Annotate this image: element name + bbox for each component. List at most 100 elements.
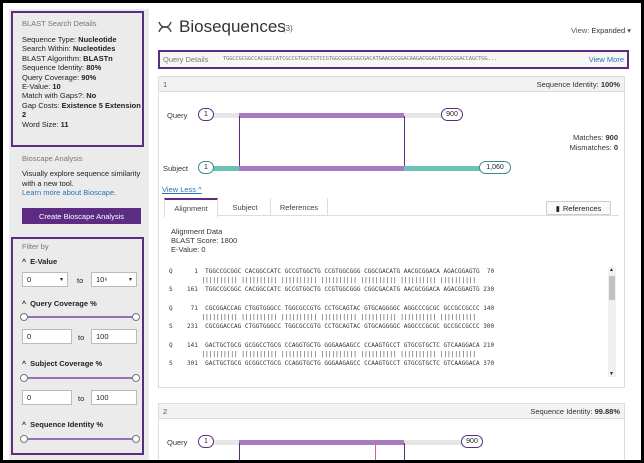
sequence-identity-slider-track[interactable] — [24, 438, 136, 440]
detail-match-gaps: Match with Gaps?: No — [22, 91, 97, 101]
alignment-data-title: Alignment Data — [171, 227, 223, 236]
bioscape-title: Bioscape Analysis — [22, 154, 83, 163]
query-details-label: Query Details — [163, 55, 209, 64]
app-frame: BLAST Search Details Sequence Type: Nucl… — [0, 0, 644, 463]
chevron-down-icon: ▾ — [627, 26, 631, 35]
alignment-evalue: E-Value: 0 — [171, 245, 206, 254]
query-coverage-to-label: to — [78, 333, 85, 342]
result-number: 2 — [163, 407, 168, 416]
evalue-to-select[interactable]: 10⁶ ▾ — [91, 272, 137, 287]
matches-text: Matches: 900 — [572, 133, 618, 142]
chevron-up-icon: ^ — [198, 185, 202, 194]
result-header: 1 Sequence Identity: 100% — [159, 77, 624, 92]
filter-sequence-identity-toggle[interactable]: ^ Sequence Identity % — [22, 420, 103, 429]
dna-icon — [157, 20, 173, 37]
dropdown-arrow-icon: ▾ — [128, 277, 132, 283]
detail-search-within: Search Within: Nucleotides — [22, 44, 116, 54]
query-end-pill: 900 — [461, 435, 483, 448]
create-bioscape-button[interactable]: Create Bioscape Analysis — [22, 208, 141, 224]
references-button[interactable]: ▮ References — [546, 201, 611, 215]
query-details-bar: Query Details TGGCCGCGGCCACGGCCATCGCCGTG… — [158, 50, 629, 69]
main-content: Biosequences (3) View: Expanded ▾ Query … — [153, 9, 641, 460]
chevron-up-icon: ^ — [22, 259, 27, 266]
dropdown-arrow-icon: ▾ — [59, 277, 63, 283]
query-end-pill: 900 — [441, 108, 463, 121]
alignment-line: S 231 CGCGGACCAG CTGGTGGGCC TGGCGCCGTG C… — [169, 323, 495, 330]
detail-sequence-identity: Sequence Identity: 80% — [22, 63, 102, 73]
evalue-from-select[interactable]: 0 ▾ — [22, 272, 68, 287]
tab-references[interactable]: References — [270, 198, 328, 216]
alignment-line: |||||||||| |||||||||| |||||||||| |||||||… — [169, 351, 477, 358]
alignment-line: S 161 TGGCCGCGGC CACGGCCATC GCCGTGGCTG C… — [169, 286, 495, 293]
detail-gap-costs: Gap Costs: Existence 5 Extension 2 — [22, 100, 141, 120]
query-coverage-slider-track[interactable] — [24, 316, 136, 318]
subject-coverage-from-input[interactable]: 0 — [22, 390, 72, 405]
subject-coverage-to-label: to — [78, 394, 85, 403]
evalue-to-label: to — [77, 276, 84, 285]
bioscape-section: Bioscape Analysis Visually explore seque… — [22, 154, 142, 197]
result-number: 1 — [163, 80, 168, 89]
bioscape-learn-more-link[interactable]: Learn more about Bioscape. — [22, 188, 142, 197]
result-count: (3) — [283, 24, 293, 33]
match-left-connector — [239, 443, 240, 460]
tab-alignment[interactable]: Alignment — [164, 198, 218, 217]
scroll-down-icon[interactable]: ▼ — [609, 371, 614, 377]
mismatch-marker — [375, 443, 376, 460]
chevron-up-icon: ^ — [22, 422, 27, 429]
document-icon: ▮ — [555, 203, 560, 213]
subject-coverage-to-input[interactable]: 100 — [91, 390, 137, 405]
match-right-connector — [404, 116, 405, 168]
sequence-identity-min-handle[interactable] — [20, 435, 28, 443]
subject-coverage-slider-track[interactable] — [24, 377, 136, 379]
scroll-thumb[interactable] — [609, 276, 615, 300]
query-match-bar — [239, 113, 404, 118]
query-label: Query — [167, 111, 188, 120]
query-label: Query — [167, 438, 188, 447]
detail-evalue: E-Value: 10 — [22, 82, 61, 92]
alignment-line: |||||||||| |||||||||| |||||||||| |||||||… — [169, 277, 477, 284]
filter-panel: Filter by ^ E-Value 0 ▾ to 10⁶ ▾ ^ Query Cov… — [11, 237, 144, 455]
sequence-identity-max-handle[interactable] — [132, 435, 140, 443]
subject-end-pill: 1,060 — [479, 161, 511, 174]
mismatches-text: Mismatches: 0 — [569, 143, 618, 152]
subject-label: Subject — [163, 164, 189, 173]
detail-word-size: Word Size: 11 — [22, 119, 69, 129]
blast-search-details-panel: BLAST Search Details Sequence Type: Nucl… — [11, 11, 144, 147]
alignment-line: Q 141 GACTGCTGCG GCGGCCTGCG CCAGGTGCTG G… — [169, 342, 495, 349]
query-coverage-max-handle[interactable] — [132, 313, 140, 321]
alignment-line: Q 71 CGCGGACCAG CTGGTGGGCC TGGCGCCGTG CC… — [169, 305, 495, 312]
alignment-line: S 301 GACTGCTGCG GCGGCCTGCG CCAGGTGCTG G… — [169, 360, 495, 367]
result-identity: Sequence Identity: 100% — [536, 80, 620, 89]
query-match-bar — [239, 440, 404, 445]
subject-coverage-max-handle[interactable] — [132, 374, 140, 382]
filter-subject-coverage-toggle[interactable]: ^ Subject Coverage % — [22, 359, 102, 368]
search-details-list: Sequence Type: Nucleotide Search Within:… — [22, 35, 142, 129]
query-coverage-from-input[interactable]: 0 — [22, 329, 72, 344]
match-left-connector — [239, 116, 240, 168]
alignment-line: Q 1 TGGCCGCGGC CACGGCCATC GCCGTGGCTG CCG… — [169, 268, 495, 275]
chevron-up-icon: ^ — [22, 301, 27, 308]
query-coverage-min-handle[interactable] — [20, 313, 28, 321]
chevron-up-icon: ^ — [22, 361, 27, 368]
view-mode-select[interactable]: View: Expanded ▾ — [571, 26, 631, 35]
detail-sequence-type: Sequence Type: Nucleotide — [22, 35, 117, 44]
detail-query-coverage: Query Coverage: 90% — [22, 72, 97, 82]
subject-coverage-min-handle[interactable] — [20, 374, 28, 382]
query-start-pill: 1 — [198, 435, 214, 448]
scroll-up-icon[interactable]: ▲ — [609, 267, 614, 273]
alignment-info: Alignment Data BLAST Score: 1800 E-Value… — [171, 227, 237, 254]
subject-start-pill: 1 — [198, 161, 214, 174]
bioscape-description: Visually explore sequence similarity wit… — [22, 169, 141, 188]
view-less-link[interactable]: View Less ^ — [162, 185, 202, 194]
alignment-scrollbar[interactable]: ▲ ▼ — [608, 267, 616, 377]
tab-subject[interactable]: Subject — [220, 198, 270, 216]
alignment-viewer[interactable]: Q 1 TGGCCGCGGC CACGGCCATC GCCGTGGCTG CCG… — [169, 267, 616, 377]
filter-query-coverage-toggle[interactable]: ^ Query Coverage % — [22, 299, 97, 308]
view-more-link[interactable]: View More — [589, 55, 624, 64]
subject-match-bar — [239, 166, 404, 171]
query-coverage-to-input[interactable]: 100 — [91, 329, 137, 344]
result-card-2: 2 Sequence Identity: 99.88% Query 1 900 — [158, 403, 625, 460]
result-card-1: 1 Sequence Identity: 100% Query 1 900 Su… — [158, 76, 625, 388]
filter-evalue-toggle[interactable]: ^ E-Value — [22, 257, 57, 266]
result-identity: Sequence Identity: 99.88% — [530, 407, 620, 416]
